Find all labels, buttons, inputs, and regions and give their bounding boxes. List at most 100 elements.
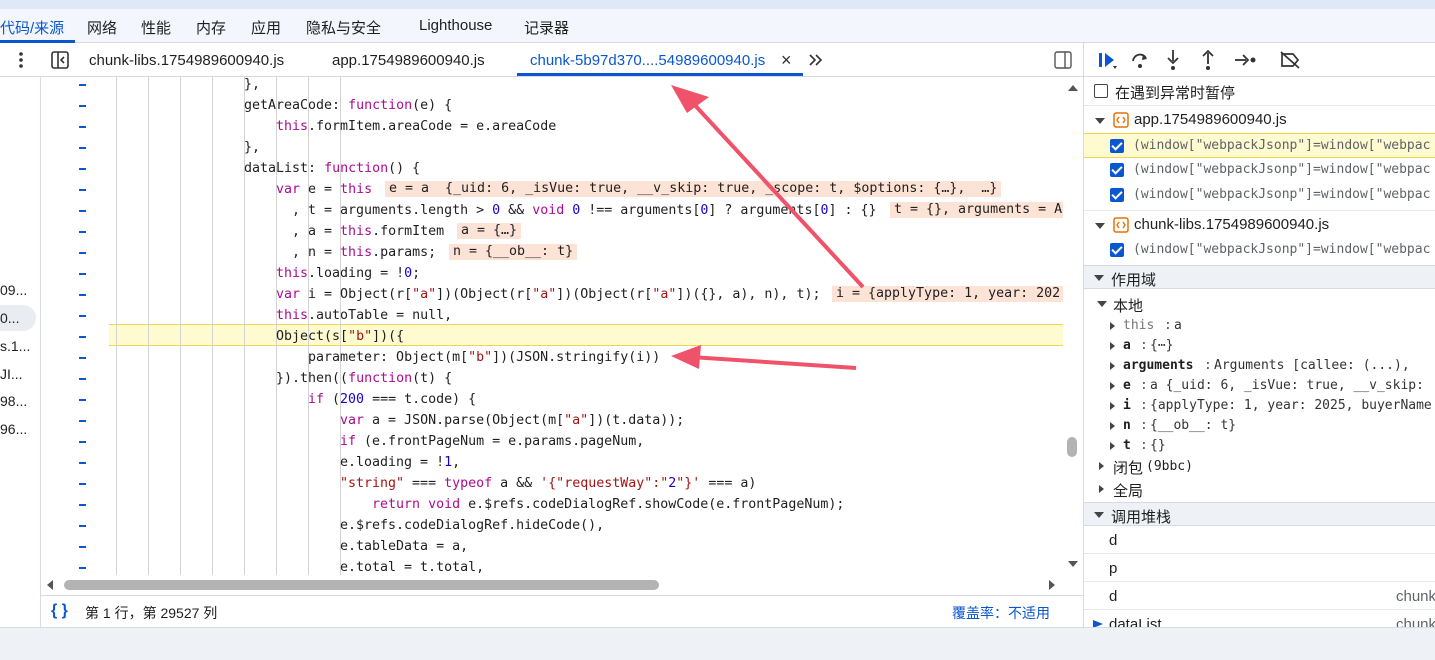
pause-on-exceptions-row[interactable]: 在遇到异常时暂停 xyxy=(1084,78,1435,104)
tab-performance[interactable]: 性能 xyxy=(141,17,171,38)
script-file-icon xyxy=(1113,217,1129,233)
scope-variable-value: a xyxy=(1174,318,1182,333)
tab-lighthouse[interactable]: Lighthouse xyxy=(419,17,492,34)
callstack-frame[interactable]: p xyxy=(1084,555,1435,582)
scroll-up-icon[interactable] xyxy=(1067,83,1079,93)
script-file-icon xyxy=(1113,112,1129,128)
global-label: 全局 xyxy=(1113,483,1144,500)
step-icon[interactable] xyxy=(1234,52,1258,68)
tab-network[interactable]: 网络 xyxy=(87,17,117,38)
callstack-frame-current[interactable]: dataList chunk xyxy=(1084,611,1435,627)
expand-icon xyxy=(1110,442,1115,450)
coverage-link[interactable]: 覆盖率：不适用 xyxy=(952,603,1050,623)
scope-title: 作用域 xyxy=(1111,272,1157,289)
scope-variable-name: e xyxy=(1123,378,1131,393)
deactivate-breakpoints-icon[interactable] xyxy=(1279,50,1301,70)
scope-closure-row[interactable]: 闭包 (9bbc) xyxy=(1084,455,1435,477)
expand-icon xyxy=(1110,422,1115,430)
navigator-item[interactable]: 09... xyxy=(0,282,27,298)
breakpoint-code: (window["webpackJsonp"]=window["webpac xyxy=(1133,162,1431,177)
file-tab-chunk-libs[interactable]: chunk-libs.1754989600940.js xyxy=(89,52,284,69)
navigator-item[interactable]: JI... xyxy=(0,366,23,382)
toggle-debugger-sidebar-icon[interactable] xyxy=(1053,50,1073,70)
expand-icon xyxy=(1110,362,1115,370)
scope-variable-row[interactable]: a: {⋯} xyxy=(1084,336,1435,356)
pause-on-exceptions-label: 在遇到异常时暂停 xyxy=(1115,85,1236,102)
tab-application[interactable]: 应用 xyxy=(251,17,281,38)
collapse-icon xyxy=(1094,275,1104,281)
scroll-left-icon[interactable] xyxy=(45,579,55,591)
pretty-print-icon[interactable]: { } xyxy=(51,602,68,620)
breakpoint-checkbox[interactable] xyxy=(1110,139,1124,153)
file-tab-chunk-5b97d370[interactable]: chunk-5b97d370....54989600940.js xyxy=(530,52,765,69)
scope-variable-name: t xyxy=(1123,438,1131,453)
navigator-item[interactable]: 96... xyxy=(0,421,27,437)
code-editor[interactable]: }, getAreaCode: function(e) {this.formIte… xyxy=(41,77,1063,575)
scope-variable-value: {⋯} xyxy=(1150,338,1174,353)
scope-variable-value: Arguments [callee: (...), xyxy=(1214,358,1410,373)
scope-global-row[interactable]: 全局 xyxy=(1084,478,1435,500)
scope-variable-value: a {_uid: 6, _isVue: true, __v_skip: xyxy=(1150,378,1424,393)
scope-section-header[interactable]: 作用域 xyxy=(1084,265,1435,289)
collapse-icon xyxy=(1097,301,1107,307)
scope-variable-row[interactable]: this: a xyxy=(1084,316,1435,336)
navigator-item[interactable]: 0... xyxy=(0,310,19,326)
expand-icon xyxy=(1095,118,1105,124)
collapse-icon xyxy=(1094,512,1104,518)
scope-variable-row[interactable]: arguments: Arguments [callee: (...), xyxy=(1084,356,1435,376)
drawer-bar xyxy=(0,627,1435,660)
breakpoint-checkbox[interactable] xyxy=(1110,243,1124,257)
more-tabs-chevron-icon[interactable] xyxy=(807,51,825,69)
breakpoint-item[interactable]: (window["webpackJsonp"]=window["webpac xyxy=(1084,183,1435,208)
frame-source[interactable]: chunk xyxy=(1396,616,1435,627)
breakpoint-item-active[interactable]: (window["webpackJsonp"]=window["webpac xyxy=(1084,133,1435,158)
browser-top-strip xyxy=(0,0,1435,9)
tab-privacy-security[interactable]: 隐私与安全 xyxy=(306,17,381,38)
vertical-scroll-thumb[interactable] xyxy=(1067,437,1077,457)
scope-variable-row[interactable]: e:a {_uid: 6, _isVue: true, __v_skip: xyxy=(1084,376,1435,396)
more-options-icon[interactable] xyxy=(12,51,30,69)
scope-variable-name: arguments xyxy=(1123,358,1194,373)
breakpoint-code: (window["webpackJsonp"]=window["webpac xyxy=(1133,187,1431,202)
scope-local-header[interactable]: 本地 xyxy=(1084,293,1435,315)
vertical-scrollbar[interactable] xyxy=(1063,77,1083,595)
breakpoint-file-name: app.1754989600940.js xyxy=(1134,111,1287,128)
close-tab-icon[interactable]: × xyxy=(781,50,792,71)
breakpoint-item[interactable]: (window["webpackJsonp"]=window["webpac xyxy=(1084,238,1435,263)
frame-source[interactable]: chunk xyxy=(1396,588,1435,605)
scroll-down-icon[interactable] xyxy=(1067,559,1079,569)
scope-variable-value: {} xyxy=(1150,438,1166,453)
debugger-sidebar: 在遇到异常时暂停 app.1754989600940.js (window["w… xyxy=(1083,43,1435,627)
pause-on-exceptions-checkbox[interactable] xyxy=(1094,84,1108,98)
breakpoint-file-chunk-libs[interactable]: chunk-libs.1754989600940.js xyxy=(1084,210,1435,238)
scope-variable-row[interactable]: n: {__ob__: t} xyxy=(1084,416,1435,436)
step-out-icon[interactable] xyxy=(1200,49,1216,71)
callstack-frame[interactable]: d xyxy=(1084,527,1435,554)
scope-variable-name: n xyxy=(1123,418,1131,433)
step-over-icon[interactable] xyxy=(1130,50,1150,70)
breakpoint-checkbox[interactable] xyxy=(1110,163,1124,177)
expand-icon xyxy=(1110,322,1115,330)
file-tab-app[interactable]: app.1754989600940.js xyxy=(332,52,485,69)
callstack-section-header[interactable]: 调用堆栈 xyxy=(1084,502,1435,526)
frame-function: d xyxy=(1109,588,1118,605)
breakpoint-checkbox[interactable] xyxy=(1110,188,1124,202)
breakpoint-code: (window["webpackJsonp"]=window["webpac xyxy=(1133,242,1431,257)
expand-icon xyxy=(1110,382,1115,390)
navigator-item[interactable]: s.1... xyxy=(0,338,30,354)
tab-recorder[interactable]: 记录器 xyxy=(524,17,569,38)
horizontal-scrollbar[interactable] xyxy=(41,575,1063,595)
callstack-frame[interactable]: d chunk xyxy=(1084,583,1435,610)
resume-icon[interactable] xyxy=(1097,51,1119,71)
breakpoint-file-app[interactable]: app.1754989600940.js xyxy=(1084,105,1435,133)
navigator-item[interactable]: 98... xyxy=(0,393,27,409)
tab-memory[interactable]: 内存 xyxy=(196,17,226,38)
breakpoint-item[interactable]: (window["webpackJsonp"]=window["webpac xyxy=(1084,158,1435,183)
horizontal-scroll-thumb[interactable] xyxy=(64,580,659,590)
scroll-right-icon[interactable] xyxy=(1047,579,1057,591)
tab-sources[interactable]: 代码/来源 xyxy=(0,17,64,38)
scope-variable-row[interactable]: t:{} xyxy=(1084,436,1435,456)
scope-variable-row[interactable]: i: {applyType: 1, year: 2025, buyerName xyxy=(1084,396,1435,416)
toggle-navigator-icon[interactable] xyxy=(50,50,70,70)
step-into-icon[interactable] xyxy=(1165,49,1181,71)
